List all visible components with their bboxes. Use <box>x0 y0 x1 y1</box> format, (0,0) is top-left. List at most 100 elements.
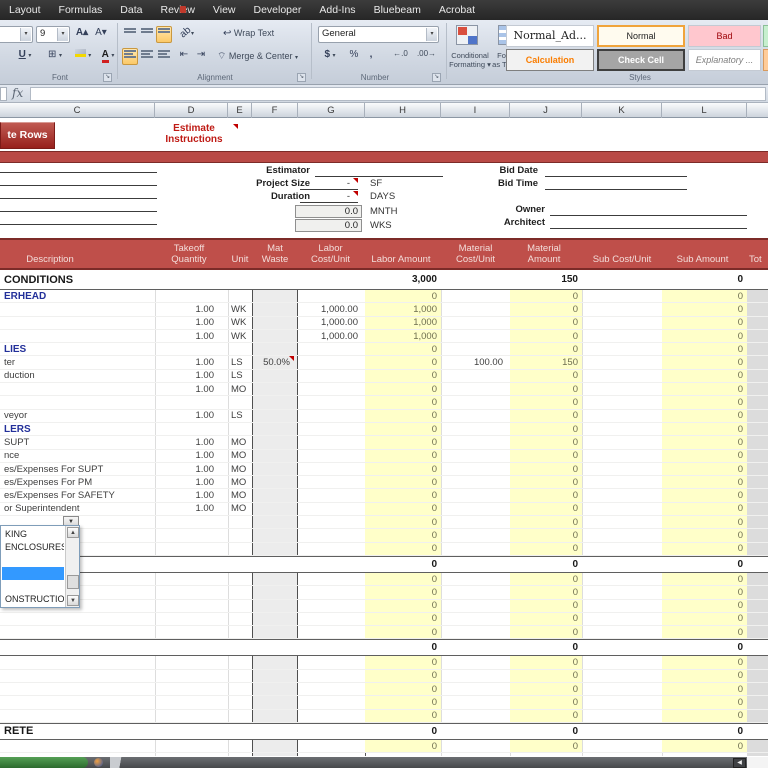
cell-la[interactable]: 0 <box>365 503 441 515</box>
style-chip-input-sliver[interactable] <box>763 49 768 71</box>
ribbon-tab-add-ins[interactable]: Add-Ins <box>310 0 364 20</box>
align-right-button[interactable] <box>156 48 172 65</box>
cell-q[interactable]: 1.00 <box>155 317 218 329</box>
scrollbar-thumb[interactable] <box>67 575 79 589</box>
cell-d[interactable] <box>4 303 152 315</box>
cell-ma[interactable]: 0 <box>510 557 582 572</box>
ribbon-tab-layout[interactable]: Layout <box>0 0 50 20</box>
cell-ma[interactable]: 0 <box>510 613 582 625</box>
cell-la[interactable]: 0 <box>365 670 441 682</box>
cell-ma[interactable]: 0 <box>510 450 582 462</box>
cell-la[interactable]: 0 <box>365 436 441 448</box>
cell-la[interactable]: 0 <box>365 450 441 462</box>
cell-sa[interactable]: 0 <box>662 370 747 382</box>
cell-ma[interactable]: 150 <box>510 270 582 289</box>
cell-ma[interactable]: 0 <box>510 317 582 329</box>
cell-w[interactable]: 50.0% <box>252 356 294 368</box>
cell-la[interactable]: 0 <box>365 724 441 739</box>
ribbon-tab-bluebeam[interactable]: Bluebeam <box>365 0 430 20</box>
cell-sa[interactable]: 0 <box>662 450 747 462</box>
cell-sa[interactable]: 0 <box>662 423 747 435</box>
cell-lc[interactable]: 1,000.00 <box>298 317 362 329</box>
bid-time-underline[interactable] <box>545 189 687 190</box>
cell-q[interactable]: 1.00 <box>155 356 218 368</box>
fill-color-button[interactable]: ▾ <box>70 48 96 66</box>
cell-q[interactable]: 1.00 <box>155 503 218 515</box>
formula-input[interactable] <box>30 87 766 101</box>
cell-ma[interactable]: 0 <box>510 573 582 585</box>
cell-q[interactable]: 1.00 <box>155 463 218 475</box>
cell-sa[interactable]: 0 <box>662 600 747 612</box>
cell-ma[interactable]: 0 <box>510 516 582 528</box>
borders-button[interactable]: ⊞ ▾ <box>42 48 68 66</box>
ribbon-tab-data[interactable]: Data <box>111 0 151 20</box>
dropdown-item[interactable]: ENCLOSURES <box>2 541 64 554</box>
cell-ma[interactable]: 0 <box>510 423 582 435</box>
cell-d[interactable]: SUPT <box>4 436 152 448</box>
ribbon-tab-formulas[interactable]: Formulas <box>50 0 112 20</box>
cell-u[interactable]: WK <box>231 330 251 342</box>
cell-u[interactable]: MO <box>231 463 251 475</box>
cell-sa[interactable]: 0 <box>662 383 747 395</box>
ribbon-tab-review[interactable]: Review <box>151 0 203 20</box>
cell-ma[interactable]: 0 <box>510 740 582 752</box>
cell-la[interactable]: 0 <box>365 410 441 422</box>
cell-ma[interactable]: 0 <box>510 656 582 668</box>
number-dialog-launcher[interactable]: ↘ <box>432 73 441 82</box>
increase-decimal-button[interactable]: ←.0 <box>388 48 413 65</box>
item-dropdown-list[interactable]: KINGENCLOSURESONSTRUCTION ▲ ▼ <box>0 525 80 608</box>
cell-sa[interactable]: 0 <box>662 303 747 315</box>
cell-la[interactable]: 0 <box>365 356 441 368</box>
comma-style-button[interactable]: , <box>364 48 378 65</box>
font-dialog-launcher[interactable]: ↘ <box>103 73 112 82</box>
cell-q[interactable]: 1.00 <box>155 330 218 342</box>
accounting-format-button[interactable]: $ ▾ <box>318 48 342 65</box>
cell-lc[interactable]: 1,000.00 <box>298 330 362 342</box>
style-chip-calculation[interactable]: Calculation <box>506 49 594 71</box>
ribbon-tab-view[interactable]: View <box>204 0 245 20</box>
cell-sa[interactable]: 0 <box>662 489 747 501</box>
cell-la[interactable]: 0 <box>365 463 441 475</box>
cell-la[interactable]: 0 <box>365 476 441 488</box>
cell-sa[interactable]: 0 <box>662 683 747 695</box>
style-chip-normal[interactable]: Normal <box>597 25 685 47</box>
cell-la[interactable]: 0 <box>365 656 441 668</box>
conditional-formatting-button[interactable] <box>450 24 484 48</box>
cell-la[interactable]: 0 <box>365 626 441 638</box>
style-chip-bad[interactable]: Bad <box>688 25 761 47</box>
cell-d[interactable]: duction <box>4 370 152 382</box>
scroll-up-icon[interactable]: ▲ <box>67 527 79 538</box>
cell-mc[interactable]: 100.00 <box>441 356 507 368</box>
cell-la[interactable]: 0 <box>365 290 441 302</box>
cell-la[interactable]: 0 <box>365 600 441 612</box>
bid-date-underline[interactable] <box>545 176 687 177</box>
cell-q[interactable]: 1.00 <box>155 410 218 422</box>
cell-d[interactable] <box>4 396 152 408</box>
column-header-I[interactable]: I <box>441 103 510 118</box>
align-middle-button[interactable] <box>139 26 155 43</box>
cell-ma[interactable]: 0 <box>510 370 582 382</box>
cell-ma[interactable]: 0 <box>510 640 582 655</box>
cell-sa[interactable]: 0 <box>662 476 747 488</box>
align-bottom-button[interactable] <box>156 26 172 43</box>
grow-font-button[interactable]: A▴ <box>73 26 91 43</box>
percent-style-button[interactable]: % <box>345 48 363 65</box>
decrease-indent-button[interactable]: ⇤ <box>176 48 192 65</box>
estimator-underline[interactable] <box>315 176 443 177</box>
cell-sa[interactable]: 0 <box>662 573 747 585</box>
cell-ma[interactable]: 0 <box>510 710 582 722</box>
cell-la[interactable]: 0 <box>365 683 441 695</box>
cell-sa[interactable]: 0 <box>662 557 747 572</box>
cell-ma[interactable]: 0 <box>510 670 582 682</box>
months-value[interactable]: 0.0 <box>295 205 362 218</box>
dropdown-item[interactable] <box>2 554 64 567</box>
start-button[interactable] <box>0 757 88 768</box>
cell-ma[interactable]: 0 <box>510 696 582 708</box>
cell-u[interactable]: LS <box>231 370 251 382</box>
ribbon-tab-acrobat[interactable]: Acrobat <box>430 0 484 20</box>
column-header-J[interactable]: J <box>510 103 582 118</box>
cell-sa[interactable]: 0 <box>662 586 747 598</box>
cell-u[interactable]: MO <box>231 436 251 448</box>
cell-la[interactable]: 0 <box>365 343 441 355</box>
style-chip-normal-ad-[interactable]: Normal_Ad... <box>506 25 594 47</box>
